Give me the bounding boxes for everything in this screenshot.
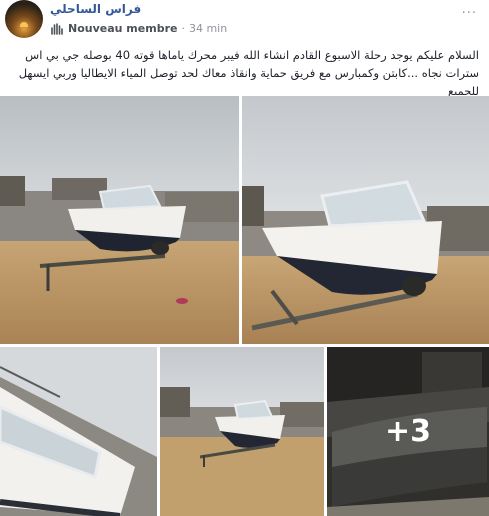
avatar-sunset-shape	[20, 22, 28, 27]
facebook-post: فراس الساحلي Nouveau membre · 34 min ···…	[0, 0, 489, 516]
post-header: فراس الساحلي Nouveau membre · 34 min ···	[0, 0, 489, 46]
post-timestamp[interactable]: 34 min	[189, 22, 227, 35]
author-name[interactable]: فراس الساحلي	[50, 2, 141, 16]
boat-photo-2[interactable]	[242, 96, 489, 344]
boat-photo-3[interactable]	[0, 347, 157, 516]
boat-photo-4-image	[160, 347, 324, 516]
boat-photo-1-image	[0, 96, 239, 344]
new-member-hand-icon	[51, 22, 63, 35]
more-photos-count: +3	[384, 414, 431, 449]
boat-photo-2-image	[242, 96, 489, 344]
more-photos-overlay[interactable]: +3	[327, 347, 489, 516]
member-role-label[interactable]: Nouveau membre	[68, 22, 177, 35]
author-avatar[interactable]	[5, 0, 43, 38]
raft-photo-more[interactable]: +3	[327, 347, 489, 516]
boat-photo-3-image	[0, 347, 157, 516]
boat-photo-1[interactable]	[0, 96, 239, 344]
post-text: السلام عليكم يوجد رحلة الاسبوع القادم ان…	[18, 48, 479, 98]
photo-grid: +3	[0, 96, 489, 516]
meta-separator: ·	[181, 22, 185, 35]
boat-photo-4[interactable]	[160, 347, 324, 516]
post-meta: Nouveau membre · 34 min	[50, 22, 227, 35]
more-options-icon[interactable]: ···	[462, 6, 477, 21]
